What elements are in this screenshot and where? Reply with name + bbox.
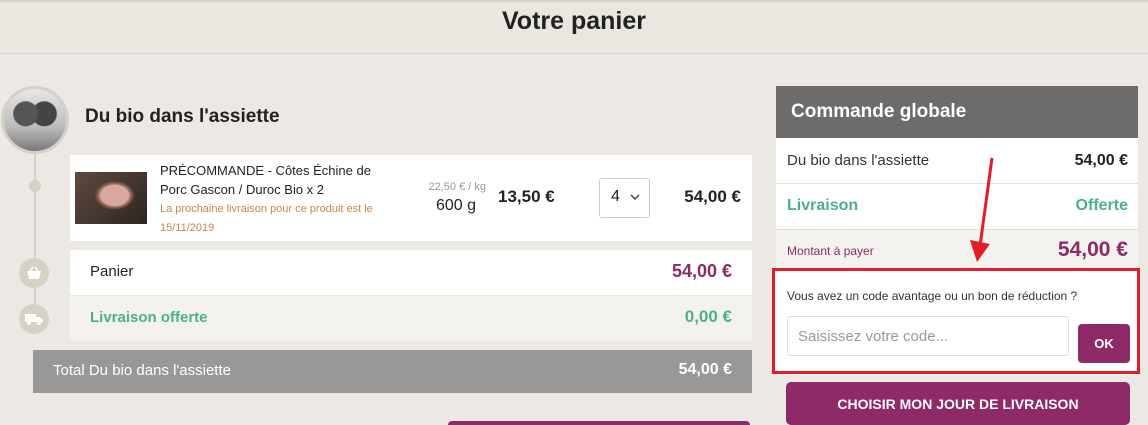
amount-to-pay-row: Montant à payer 54,00 €	[776, 230, 1138, 270]
basket-subtotal-row: Panier 54,00 €	[70, 250, 752, 295]
summary-title: Commande globale	[776, 86, 1138, 138]
chevron-down-icon	[630, 189, 640, 203]
product-price: 13,50 €	[498, 187, 555, 206]
delivery-value: 0,00 €	[684, 307, 732, 326]
coupon-ok-button[interactable]: OK	[1078, 324, 1130, 363]
producer-total-bar: Total Du bio dans l'assiette 54,00 €	[33, 350, 752, 393]
coupon-section: Vous avez un code avantage ou un bon de …	[772, 268, 1140, 374]
product-delivery-note: La prochaine livraison pour ce produit e…	[160, 203, 373, 234]
page-header: Votre panier	[0, 0, 1148, 54]
quantity-select[interactable]: 4	[599, 178, 650, 218]
summary-producer-label: Du bio dans l'assiette	[787, 152, 930, 169]
summary-producer-row: Du bio dans l'assiette 54,00 €	[776, 138, 1138, 184]
basket-label: Panier	[90, 263, 134, 280]
annotation-arrow	[970, 157, 994, 262]
quantity-value: 4	[611, 188, 620, 205]
product-image	[75, 172, 147, 224]
summary-delivery-value: Offerte	[1075, 197, 1128, 214]
producer-avatar	[1, 86, 69, 154]
truck-icon	[19, 304, 49, 334]
producer-name: Du bio dans l'assiette	[85, 106, 280, 127]
summary-delivery-label: Livraison	[787, 197, 859, 214]
total-value: 54,00 €	[678, 361, 732, 378]
basket-icon	[19, 258, 49, 288]
timeline-dot	[29, 180, 41, 192]
coupon-question: Vous avez un code avantage ou un bon de …	[787, 289, 1078, 303]
choose-delivery-day-button[interactable]: CHOISIR MON JOUR DE LIVRAISON	[786, 382, 1130, 425]
amount-value: 54,00 €	[1057, 238, 1128, 261]
summary-producer-value: 54,00 €	[1074, 152, 1128, 169]
summary-delivery-row: Livraison Offerte	[776, 184, 1138, 230]
delivery-label: Livraison offerte	[90, 309, 208, 326]
amount-label: Montant à payer	[787, 244, 874, 258]
delivery-row: Livraison offerte 0,00 €	[70, 296, 752, 341]
product-card: PRÉCOMMANDE - Côtes Échine de Porc Gasco…	[70, 155, 752, 241]
unit-price: 22,50 € / kg	[428, 181, 487, 193]
coupon-code-input[interactable]	[787, 316, 1069, 356]
line-total: 54,00 €	[684, 187, 741, 206]
timeline-line	[34, 150, 36, 330]
product-weight: 600 g	[435, 197, 476, 214]
product-name[interactable]: PRÉCOMMANDE - Côtes Échine de Porc Gasco…	[160, 161, 400, 199]
continue-button-stub[interactable]	[448, 421, 750, 425]
page-title: Votre panier	[501, 7, 647, 35]
total-label: Total Du bio dans l'assiette	[53, 362, 231, 379]
basket-value: 54,00 €	[671, 261, 732, 281]
